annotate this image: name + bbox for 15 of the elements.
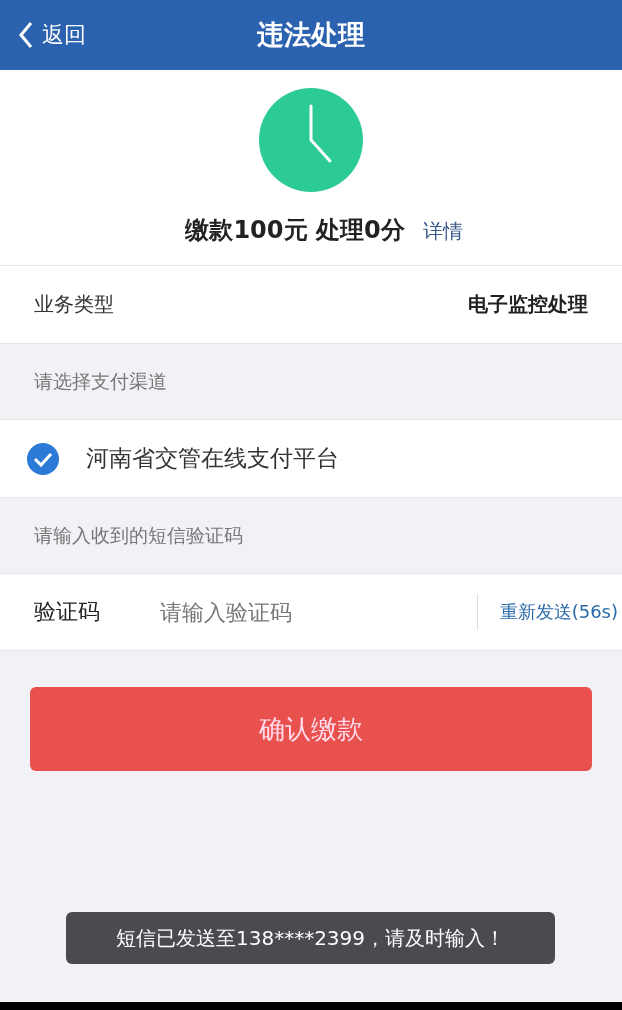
back-button[interactable]: 返回 bbox=[14, 0, 90, 70]
section-heading: 请输入收到的短信验证码 bbox=[34, 522, 243, 548]
fine-summary: 缴款100元 处理0分 bbox=[185, 215, 405, 246]
section-heading: 请选择支付渠道 bbox=[34, 368, 167, 394]
code-label: 验证码 bbox=[34, 598, 101, 626]
toast-message: 短信已发送至138****2399，请及时输入！ bbox=[66, 912, 555, 964]
business-type-label: 业务类型 bbox=[34, 291, 114, 318]
resend-button[interactable]: 重新发送(56s) bbox=[476, 594, 618, 630]
code-field[interactable]: 验证码 请输入验证码 重新发送(56s) bbox=[0, 573, 622, 651]
page-title: 违法处理 bbox=[257, 18, 365, 52]
details-link[interactable]: 详情 bbox=[422, 218, 463, 245]
business-type-value: 电子监控处理 bbox=[468, 291, 588, 318]
clock-icon bbox=[259, 88, 363, 192]
payment-option[interactable]: 河南省交管在线支付平台 bbox=[0, 419, 622, 497]
back-icon bbox=[18, 21, 34, 49]
